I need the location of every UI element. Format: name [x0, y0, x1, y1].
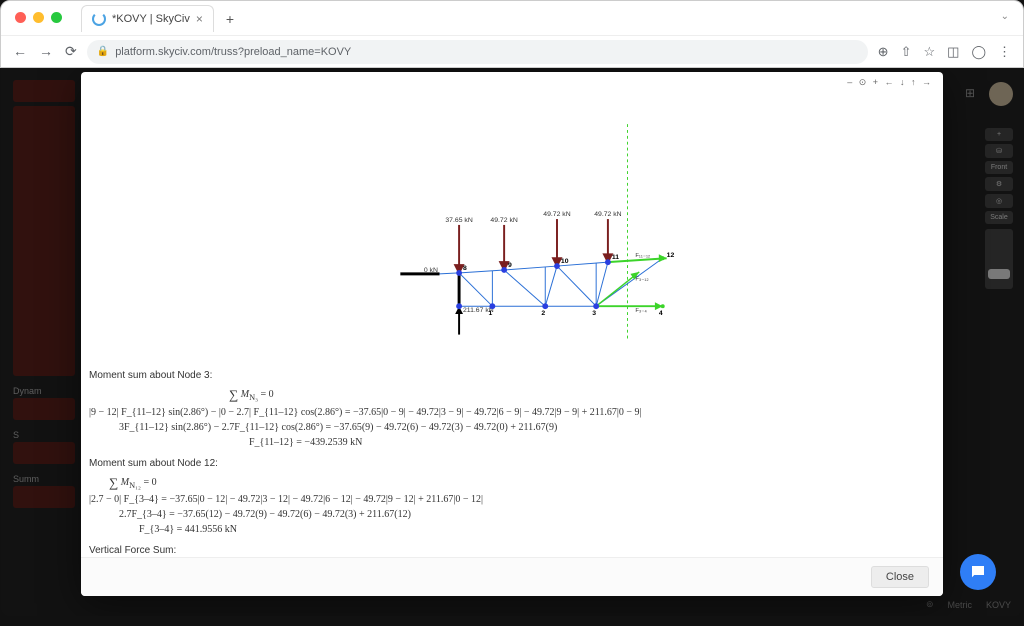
eq-line: |2.7 − 0| F_{3–4} = −37.65|0 − 12| − 49.…	[89, 492, 931, 507]
svg-text:4: 4	[659, 310, 663, 317]
eq-header: Moment sum about Node 12:	[89, 456, 931, 471]
menu-icon[interactable]: ⋮	[998, 44, 1011, 60]
eq-line: 2.7F_{3–4} = −37.65(12) − 49.72(9) − 49.…	[89, 507, 931, 522]
modal-body: – ⊙ + ← ↓ ↑ →	[81, 72, 943, 557]
svg-text:9: 9	[508, 262, 512, 269]
app-background: ⊞ Dynam S Summ + ⛁ Front ⚙ ◎ Scale ⊚ Met…	[1, 68, 1023, 616]
eq-header: Moment sum about Node 3:	[89, 368, 931, 383]
minimize-window-icon[interactable]	[33, 12, 44, 23]
eq-line: ∑ MN₁₂ = 0	[89, 473, 931, 493]
eq-header: Vertical Force Sum:	[89, 543, 931, 557]
svg-text:10: 10	[561, 258, 569, 265]
svg-text:F₃₋₁₂: F₃₋₁₂	[635, 277, 648, 283]
tab-title: *KOVY | SkyCiv	[112, 13, 190, 25]
svg-text:49.72 kN: 49.72 kN	[543, 211, 570, 218]
chevron-down-icon[interactable]: ⌄	[1001, 11, 1009, 22]
window-controls	[15, 12, 62, 23]
extensions-icon[interactable]: ◫	[947, 44, 959, 60]
modal-footer: Close	[81, 557, 943, 596]
close-button[interactable]: Close	[871, 566, 929, 588]
favicon-icon	[92, 12, 106, 26]
svg-text:49.72 kN: 49.72 kN	[490, 217, 517, 224]
svg-text:37.65 kN: 37.65 kN	[445, 217, 472, 224]
zero-load-label: 0 kN	[424, 267, 438, 274]
forward-button[interactable]: →	[39, 43, 53, 60]
eq-line: ∑ MN₃ = 0	[89, 385, 931, 405]
equations-block: Moment sum about Node 3: ∑ MN₃ = 0 |9 − …	[89, 368, 931, 557]
calculation-modal: – ⊙ + ← ↓ ↑ →	[81, 72, 943, 596]
svg-text:F₁₁₋₁₂: F₁₁₋₁₂	[635, 253, 650, 259]
browser-toolbar: ← → ⟳ 🔒 platform.skyciv.com/truss?preloa…	[1, 35, 1023, 67]
search-icon[interactable]: ⊕	[878, 44, 889, 60]
lock-icon: 🔒	[97, 46, 109, 57]
svg-text:1: 1	[488, 310, 492, 317]
url-text: platform.skyciv.com/truss?preload_name=K…	[115, 46, 351, 58]
svg-text:49.72 kN: 49.72 kN	[594, 211, 621, 218]
profile-icon[interactable]: ◯	[971, 44, 986, 60]
chat-widget[interactable]	[960, 554, 996, 590]
maximize-window-icon[interactable]	[51, 12, 62, 23]
browser-chrome: *KOVY | SkyCiv × + ⌄ ← → ⟳ 🔒 platform.sk…	[0, 0, 1024, 68]
share-icon[interactable]: ⇧	[901, 44, 912, 60]
tab-close-icon[interactable]: ×	[196, 12, 203, 26]
svg-text:F₃₋₄: F₃₋₄	[635, 308, 647, 314]
reload-button[interactable]: ⟳	[65, 43, 77, 60]
svg-text:11: 11	[612, 254, 619, 261]
eq-line: 3F_{11–12} sin(2.86°) − 2.7F_{11–12} cos…	[89, 420, 931, 435]
svg-text:2: 2	[541, 310, 545, 317]
close-window-icon[interactable]	[15, 12, 26, 23]
browser-tab[interactable]: *KOVY | SkyCiv ×	[81, 5, 214, 32]
eq-line: F_{11–12} = −439.2539 kN	[89, 435, 931, 450]
svg-text:12: 12	[667, 252, 675, 259]
svg-text:8: 8	[463, 265, 467, 272]
eq-line: |9 − 12| F_{11–12} sin(2.86°) − |0 − 2.7…	[89, 405, 931, 420]
back-button[interactable]: ←	[13, 43, 27, 60]
truss-diagram: 0 kN 37.65 kN 49.72 kN 49.72 kN 49.72 kN…	[89, 82, 931, 362]
svg-text:3: 3	[592, 310, 596, 317]
eq-line: F_{3–4} = 441.9556 kN	[89, 522, 931, 537]
new-tab-button[interactable]: +	[226, 11, 234, 27]
address-bar[interactable]: 🔒 platform.skyciv.com/truss?preload_name…	[87, 40, 868, 64]
star-icon[interactable]: ☆	[923, 44, 935, 60]
